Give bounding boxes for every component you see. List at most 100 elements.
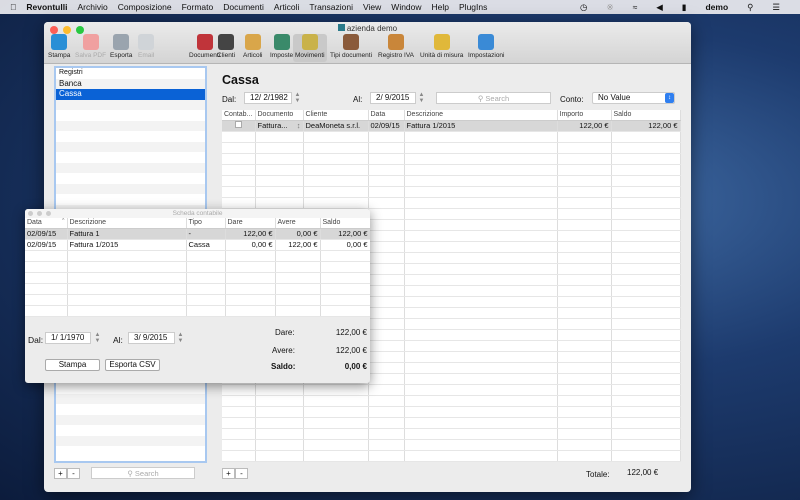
add-movimento-button[interactable]: + bbox=[222, 468, 235, 479]
to-date-stepper[interactable]: ▲ ▼ bbox=[418, 92, 425, 104]
bluetooth-icon[interactable]: ※ bbox=[606, 2, 613, 13]
toolbar-label: Registro IVA bbox=[378, 52, 415, 59]
toolbar-esporta-button[interactable]: Esporta bbox=[110, 34, 132, 62]
menu-app[interactable]: Revontulli bbox=[26, 2, 67, 12]
menu-documenti[interactable]: Documenti bbox=[223, 2, 264, 12]
empty-row bbox=[56, 414, 205, 425]
toolbar-stampa-button[interactable]: Stampa bbox=[48, 34, 70, 62]
remove-movimento-button[interactable]: - bbox=[235, 468, 248, 479]
time-machine-icon[interactable]: ◷ bbox=[580, 2, 587, 13]
toolbar-email-button[interactable]: Email bbox=[138, 34, 154, 62]
menu-formato[interactable]: Formato bbox=[182, 2, 214, 12]
main-search-input[interactable]: ⚲ Search bbox=[436, 92, 551, 104]
column-header[interactable]: Saldo bbox=[320, 218, 370, 229]
esporta-icon bbox=[113, 34, 130, 50]
account-select[interactable]: No Value ↕ bbox=[592, 92, 675, 104]
column-header[interactable]: Data bbox=[368, 110, 405, 121]
to-date-field[interactable]: 2/ 9/2015 bbox=[370, 92, 416, 104]
window-title-text: azienda demo bbox=[346, 24, 398, 33]
from-date-field[interactable]: 12/ 2/1982 bbox=[244, 92, 292, 104]
menu-transazioni[interactable]: Transazioni bbox=[309, 2, 353, 12]
print-button[interactable]: Stampa bbox=[45, 359, 100, 371]
table-row[interactable]: 02/09/15 Fattura 1-122,00 €0,00 €122,00 € bbox=[25, 228, 370, 240]
toolbar-salva-pdf-button[interactable]: Salva PDF bbox=[75, 34, 106, 62]
menu-articoli[interactable]: Articoli bbox=[274, 2, 300, 12]
column-header[interactable]: Dare bbox=[225, 218, 276, 229]
empty-row bbox=[222, 450, 681, 462]
remove-registro-button[interactable]: - bbox=[67, 468, 80, 479]
empty-row bbox=[222, 164, 681, 176]
menu-composizione[interactable]: Composizione bbox=[118, 2, 172, 12]
menu-window[interactable]: Window bbox=[391, 2, 421, 12]
documento-cell[interactable]: Fattura... ↕ bbox=[255, 120, 304, 132]
column-label: Avere bbox=[277, 219, 296, 227]
table-row[interactable]: Fattura... ↕ DeaMoneta s.r.l. 02/09/15 F… bbox=[222, 120, 681, 132]
add-registro-button[interactable]: + bbox=[54, 468, 67, 479]
battery-icon[interactable]: ▮ bbox=[682, 2, 687, 13]
panel-minimize-button[interactable] bbox=[37, 211, 42, 216]
column-header[interactable]: Tipo bbox=[186, 218, 226, 229]
panel-to-stepper[interactable]: ▲ ▼ bbox=[177, 332, 184, 344]
panel-title: Scheda contabile bbox=[172, 210, 223, 217]
toolbar-clienti-button[interactable]: Clienti bbox=[217, 34, 235, 62]
scheda-table[interactable]: Data ˆ Descrizione Tipo Dare Avere Saldo 02/09/… bbox=[25, 218, 370, 317]
column-header[interactable]: Avere bbox=[275, 218, 321, 229]
toolbar-tipi-documenti-button[interactable]: Tipi documenti bbox=[330, 34, 372, 62]
from-date-stepper[interactable]: ▲ ▼ bbox=[294, 92, 301, 104]
panel-from-stepper[interactable]: ▲ ▼ bbox=[94, 332, 101, 344]
notification-center-icon[interactable]: ☰ bbox=[772, 2, 780, 13]
sidebar-search-input[interactable]: ⚲ Search bbox=[91, 467, 195, 479]
avere-label: Avere: bbox=[272, 346, 295, 355]
registro-item[interactable]: Registri bbox=[56, 68, 205, 79]
toolbar-label: Imposte bbox=[270, 52, 294, 59]
column-header[interactable]: Saldo bbox=[611, 110, 681, 121]
toolbar-documenti-button[interactable]: Documenti bbox=[189, 34, 220, 62]
panel-to-date-field[interactable]: 3/ 9/2015 bbox=[128, 332, 175, 344]
panel-close-button[interactable] bbox=[28, 211, 33, 216]
empty-row bbox=[56, 110, 205, 121]
toolbar-impostazioni-button[interactable]: Impostazioni bbox=[468, 34, 505, 62]
toolbar-imposte-button[interactable]: Imposte bbox=[270, 34, 293, 62]
empty-row bbox=[222, 417, 681, 429]
wifi-icon[interactable]: ≈ bbox=[633, 2, 638, 12]
menu-archivio[interactable]: Archivio bbox=[77, 2, 107, 12]
column-header[interactable]: Descrizione bbox=[404, 110, 558, 121]
menu-help[interactable]: Help bbox=[432, 2, 449, 12]
empty-row bbox=[222, 384, 681, 396]
toolbar-articoli-button[interactable]: Articoli bbox=[243, 34, 263, 62]
apple-icon[interactable]:  bbox=[10, 2, 16, 12]
dare-value: 122,00 € bbox=[335, 328, 367, 337]
panel-titlebar[interactable]: Scheda contabile bbox=[25, 209, 370, 218]
registro-item[interactable]: Cassa bbox=[56, 89, 205, 100]
table-row[interactable]: 02/09/15 Fattura 1/2015 Cassa 0,00 €122,00 … bbox=[25, 239, 370, 251]
user-name[interactable]: demo bbox=[705, 2, 728, 12]
from-label: Dal: bbox=[222, 95, 237, 104]
contab-checkbox[interactable] bbox=[234, 121, 242, 128]
spotlight-icon[interactable]: ⚲ bbox=[747, 2, 753, 13]
cliente-cell[interactable]: DeaMoneta s.r.l. bbox=[303, 120, 369, 132]
export-csv-button[interactable]: Esporta CSV bbox=[105, 359, 160, 371]
menu-view[interactable]: View bbox=[363, 2, 381, 12]
column-header[interactable]: Data ˆ bbox=[25, 218, 68, 229]
volume-icon[interactable]: ◀ bbox=[656, 2, 663, 13]
column-label: Descrizione bbox=[69, 219, 107, 227]
data-cell: 02/09/15 bbox=[368, 120, 405, 132]
dare-label: Dare: bbox=[275, 328, 295, 337]
column-header[interactable]: Documento bbox=[255, 110, 304, 121]
toolbar-label: Documenti bbox=[189, 52, 221, 59]
column-header[interactable]: Cliente bbox=[303, 110, 369, 121]
empty-row bbox=[222, 395, 681, 407]
empty-row bbox=[56, 183, 205, 194]
column-header[interactable]: Descrizione bbox=[67, 218, 187, 229]
panel-from-date-field[interactable]: 1/ 1/1970 bbox=[45, 332, 91, 344]
toolbar-label: Stampa bbox=[48, 52, 71, 59]
toolbar-unit-di-misura-button[interactable]: Unità di misura bbox=[420, 34, 463, 62]
registro-item[interactable]: Banca bbox=[56, 78, 205, 89]
empty-row bbox=[222, 153, 681, 165]
panel-zoom-button[interactable] bbox=[46, 211, 51, 216]
toolbar-movimenti-button[interactable]: Movimenti bbox=[293, 34, 327, 62]
column-header[interactable]: Contab... bbox=[222, 110, 256, 121]
column-header[interactable]: Importo bbox=[557, 110, 612, 121]
menu-plugins[interactable]: PlugIns bbox=[459, 2, 487, 12]
toolbar-registro-iva-button[interactable]: Registro IVA bbox=[378, 34, 414, 62]
